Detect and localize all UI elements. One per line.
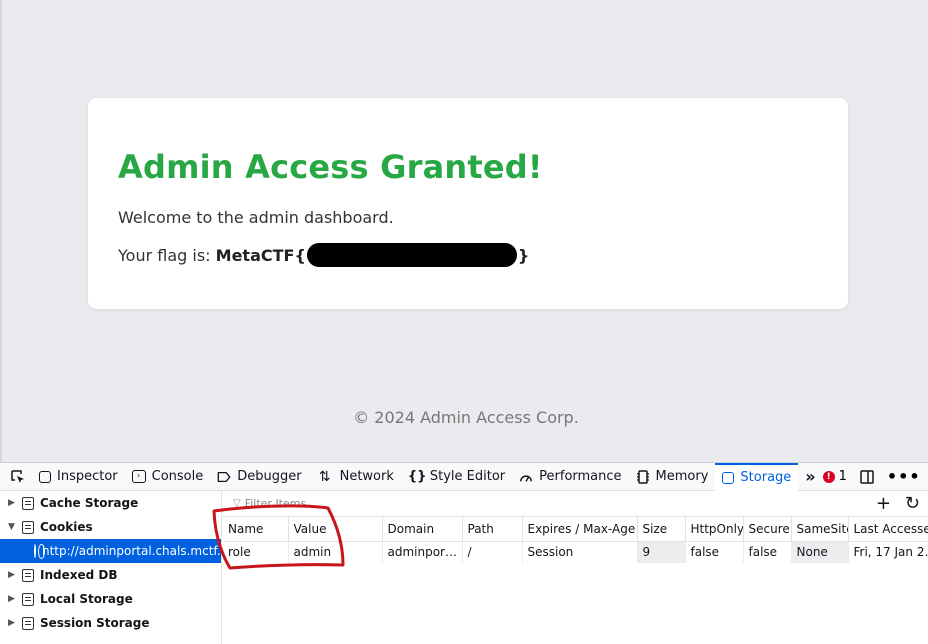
expand-arrow-icon[interactable]: ▶ — [8, 594, 18, 604]
tab-storage[interactable]: Storage — [715, 462, 799, 491]
style-editor-icon: {} — [407, 468, 427, 484]
column-header-domain[interactable]: Domain — [382, 517, 463, 542]
performance-icon — [520, 475, 533, 482]
table-header-row: Name Value Domain Path Expires / Max-Age Size… — [223, 517, 928, 542]
refresh-icon[interactable]: ↻ — [905, 493, 920, 514]
element-picker-icon — [11, 469, 24, 483]
chevron-double-right-icon: » — [805, 467, 816, 486]
table-cell[interactable]: Fri, 17 Jan 2025 — [848, 541, 928, 563]
table-cell[interactable]: role — [223, 541, 289, 563]
tab-label: Debugger — [237, 469, 302, 484]
tab-label: Network — [339, 469, 394, 484]
table-cell[interactable]: 9 — [637, 541, 686, 563]
expand-arrow-icon[interactable]: ▶ — [8, 570, 18, 580]
collapse-arrow-icon[interactable]: ▼ — [8, 522, 18, 532]
table-actions: + ↻ — [876, 493, 928, 514]
inspector-icon — [39, 470, 51, 483]
column-header-httponly[interactable]: HttpOnly — [685, 517, 744, 542]
more-tabs-button[interactable]: » — [798, 463, 822, 491]
table-row[interactable]: roleadminadminportal.chals.mctf.io/Sessi… — [223, 541, 928, 563]
column-header-value[interactable]: Value — [288, 517, 383, 542]
sidebar-item-indexed-db[interactable]: ▶ Indexed DB — [0, 563, 221, 587]
cookies-table: Name Value Domain Path Expires / Max-Age Size… — [223, 517, 928, 563]
tab-label: Memory — [655, 469, 709, 484]
globe-icon — [34, 544, 45, 559]
element-picker-button[interactable] — [0, 463, 32, 491]
expand-arrow-icon[interactable]: ▶ — [8, 498, 18, 508]
storage-tree-icon — [22, 496, 34, 510]
sidebar-item-cookies[interactable]: ▼ Cookies — [0, 515, 221, 539]
table-cell[interactable]: false — [743, 541, 792, 563]
flag-open: MetaCTF{ — [215, 246, 306, 265]
toolbar-right: ! 1 ••• ✕ — [822, 466, 928, 487]
dock-side-icon[interactable] — [859, 469, 875, 485]
column-header-expires-max-age[interactable]: Expires / Max-Age — [522, 517, 638, 542]
expand-arrow-icon[interactable]: ▶ — [8, 618, 18, 628]
add-item-icon[interactable]: + — [876, 493, 891, 514]
tab-label: Performance — [539, 469, 622, 484]
sidebar-item-local-storage[interactable]: ▶ Local Storage — [0, 587, 221, 611]
tab-inspector[interactable]: Inspector — [32, 463, 125, 491]
sidebar-item-label: Cache Storage — [40, 496, 139, 510]
tab-style-editor[interactable]: {} Style Editor — [401, 463, 512, 491]
column-header-last-accessed[interactable]: Last Accessed — [848, 517, 928, 542]
tab-memory[interactable]: Memory — [629, 463, 716, 491]
flag-line: Your flag is: MetaCTF{} — [118, 243, 529, 267]
column-header-samesite[interactable]: SameSite — [791, 517, 849, 542]
welcome-text: Welcome to the admin dashboard. — [118, 208, 394, 227]
table-cell[interactable]: admin — [288, 541, 383, 563]
sidebar-item-session-storage[interactable]: ▶ Session Storage — [0, 611, 221, 635]
flag-close: } — [517, 246, 530, 265]
storage-icon — [722, 471, 735, 484]
storage-tree-icon — [22, 616, 34, 630]
column-header-path[interactable]: Path — [462, 517, 523, 542]
table-cell[interactable]: false — [685, 541, 744, 563]
column-header-size[interactable]: Size — [637, 517, 686, 542]
filter-icon: ▽ — [233, 498, 241, 509]
web-page: Admin Access Granted! Welcome to the adm… — [0, 0, 928, 462]
page-footer: © 2024 Admin Access Corp. — [353, 408, 579, 427]
page-title: Admin Access Granted! — [118, 148, 543, 186]
filter-bar: ▽ Filter Items + ↻ — [223, 491, 928, 517]
tab-label: Console — [151, 469, 204, 484]
error-count-badge[interactable]: ! 1 — [822, 469, 847, 484]
filter-input[interactable]: Filter Items — [245, 497, 307, 510]
sidebar-item-label: Cookies — [40, 520, 93, 534]
table-cell[interactable]: None — [791, 541, 849, 563]
admin-card: Admin Access Granted! Welcome to the adm… — [88, 98, 848, 309]
sidebar-item-label: http://adminportal.chals.mctf.io — [42, 544, 232, 558]
tab-label: Style Editor — [429, 469, 506, 484]
more-options-icon[interactable]: ••• — [887, 467, 921, 486]
table-cell[interactable]: / — [462, 541, 523, 563]
sidebar-item-label: Local Storage — [40, 592, 133, 606]
storage-tree-icon — [22, 568, 34, 582]
sidebar-item-cache-storage[interactable]: ▶ Cache Storage — [0, 491, 221, 515]
storage-tree-icon — [22, 520, 34, 534]
column-header-name[interactable]: Name — [223, 517, 289, 542]
memory-icon — [636, 469, 649, 484]
cookies-panel: ▽ Filter Items + ↻ Name Value Domain Path Ex… — [223, 491, 928, 644]
tab-console[interactable]: › Console — [125, 463, 211, 491]
tab-network[interactable]: ⇅ Network — [309, 463, 401, 491]
tab-label: Storage — [740, 470, 792, 485]
error-count: 1 — [838, 469, 847, 484]
debugger-icon — [217, 471, 231, 482]
flag-label: Your flag is: — [118, 246, 211, 265]
table-cell[interactable]: adminportal.chals.mctf.io — [382, 541, 463, 563]
devtools-toolbar: Inspector › Console Debugger ⇅ Network {… — [0, 462, 928, 491]
network-icon: ⇅ — [318, 468, 331, 485]
table-cell[interactable]: Session — [522, 541, 638, 563]
storage-sidebar: ▶ Cache Storage ▼ Cookies http://adminpo… — [0, 491, 231, 644]
sidebar-item-adminportal-origin[interactable]: http://adminportal.chals.mctf.io — [0, 539, 231, 563]
tab-performance[interactable]: Performance — [512, 463, 628, 491]
sidebar-item-label: Session Storage — [40, 616, 150, 630]
column-header-secure[interactable]: Secure — [743, 517, 792, 542]
tab-debugger[interactable]: Debugger — [210, 463, 308, 491]
error-icon: ! — [822, 470, 835, 483]
console-icon: › — [131, 470, 146, 483]
tab-label: Inspector — [57, 469, 118, 484]
storage-tree-icon — [22, 592, 34, 606]
sidebar-item-label: Indexed DB — [40, 568, 118, 582]
redaction-mark — [306, 243, 517, 267]
